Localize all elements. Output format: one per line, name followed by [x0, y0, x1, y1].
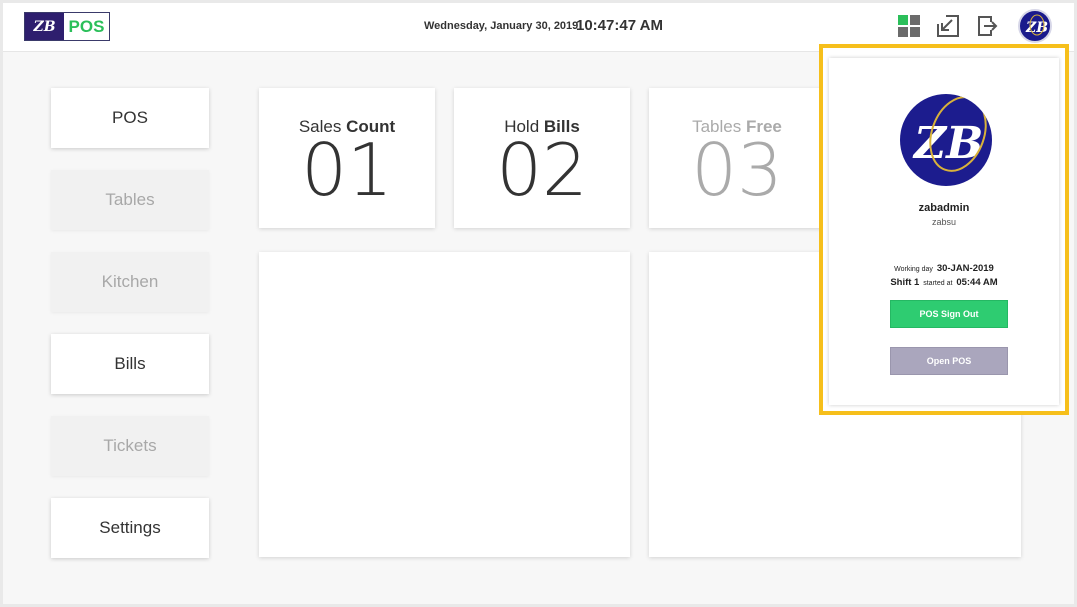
menu-tables-button: Tables: [51, 170, 209, 230]
shift-start-time: 05:44 AM: [956, 277, 998, 288]
menu-pos-button[interactable]: POS: [51, 88, 209, 148]
sales-count-card[interactable]: Sales Count 01: [259, 88, 435, 228]
menu-tickets-button: Tickets: [51, 416, 209, 476]
profile-popup: ZB zabadmin zabsu Working day 30-JAN-201…: [819, 44, 1069, 415]
profile-username: zabadmin: [918, 202, 970, 214]
current-time: 10:47:47 AM: [576, 17, 663, 34]
hold-bills-card[interactable]: Hold Bills 02: [454, 88, 630, 228]
avatar-icon[interactable]: ZB: [1018, 9, 1052, 43]
working-day-line: Working day 30-JAN-2019: [894, 263, 994, 274]
menu-kitchen-button: Kitchen: [51, 252, 209, 312]
logo-text: POS: [68, 16, 105, 36]
sign-out-icon[interactable]: [976, 14, 1000, 38]
resize-icon[interactable]: [936, 14, 960, 38]
profile-userid: zabsu: [931, 217, 957, 227]
tables-free-card: Tables Free 03: [649, 88, 825, 228]
logo-mark: ZB: [25, 13, 64, 40]
open-pos-button[interactable]: Open POS: [890, 347, 1008, 375]
stat-value: 01: [301, 128, 393, 212]
profile-avatar: ZB: [900, 94, 992, 186]
pos-sign-out-button[interactable]: POS Sign Out: [890, 300, 1008, 328]
svg-text:ZB: ZB: [912, 118, 983, 169]
working-day-value: 30-JAN-2019: [936, 263, 994, 274]
app-logo: ZB POS: [24, 12, 110, 41]
current-date: Wednesday, January 30, 2019: [424, 20, 579, 32]
stat-value: 02: [496, 128, 588, 212]
grid-icon[interactable]: [897, 14, 921, 38]
profile-card: ZB zabadmin zabsu Working day 30-JAN-201…: [829, 58, 1059, 405]
menu-settings-button[interactable]: Settings: [51, 498, 209, 558]
menu-bills-button[interactable]: Bills: [51, 334, 209, 394]
shift-value: Shift 1: [890, 277, 920, 288]
svg-text:ZB: ZB: [1025, 20, 1048, 36]
pos-dashboard: ZB POS Wednesday, January 30, 2019 10:47…: [3, 3, 1074, 604]
stat-value: 03: [691, 128, 783, 212]
content-panel-left: [259, 252, 630, 557]
shift-line: Shift 1 started at 05:44 AM: [890, 277, 998, 288]
